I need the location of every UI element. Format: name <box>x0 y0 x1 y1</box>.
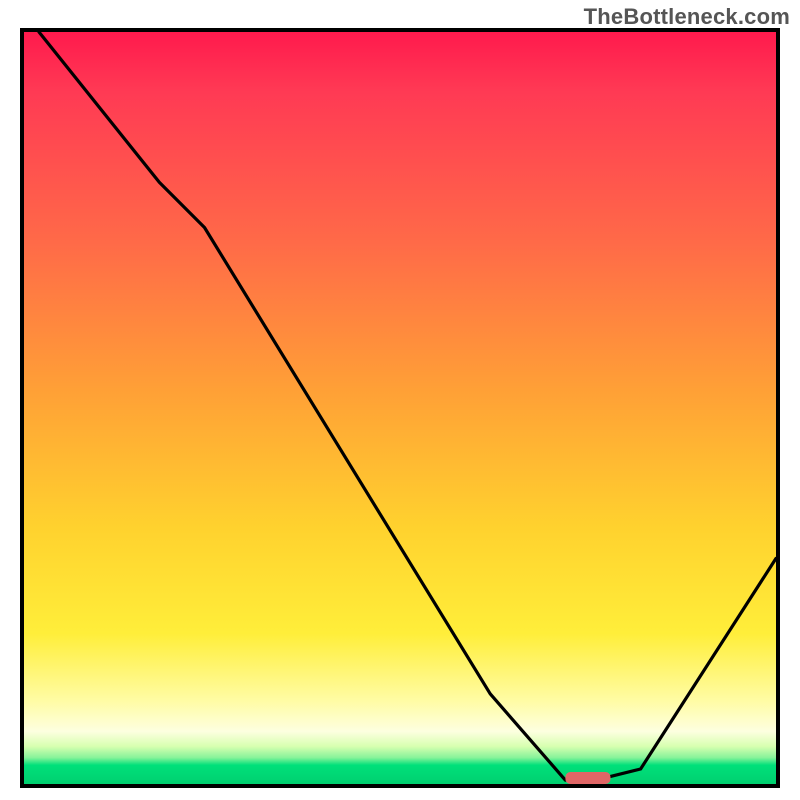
watermark-text: TheBottleneck.com <box>584 4 790 30</box>
optimal-marker <box>565 772 610 784</box>
bottleneck-curve-line <box>39 32 776 780</box>
chart-overlay-svg <box>24 32 776 784</box>
plot-area <box>20 28 780 788</box>
